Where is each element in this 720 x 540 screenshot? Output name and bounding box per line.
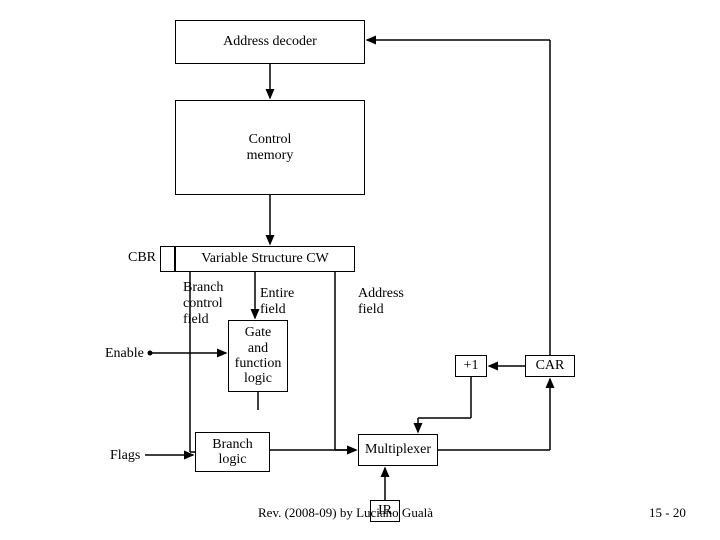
gate-logic-line4: logic (244, 371, 272, 386)
enable-label: Enable (105, 346, 144, 362)
footer-page: 15 - 20 (649, 505, 686, 521)
footer-credit: Rev. (2008-09) by Luciano Gualà (258, 505, 433, 521)
variable-structure-cw-label: Variable Structure CW (201, 251, 329, 267)
plus-one-label: +1 (464, 358, 479, 374)
control-memory-box: Control memory (175, 100, 365, 195)
car-box: CAR (525, 355, 575, 377)
variable-structure-cw-box: Variable Structure CW (175, 246, 355, 272)
branch-logic-line2: logic (219, 452, 247, 467)
branch-control-field-label: Branch control field (183, 280, 223, 328)
gate-logic-line1: Gate (245, 325, 271, 340)
branch-logic-line1: Branch (212, 437, 252, 452)
flags-label: Flags (110, 448, 140, 464)
control-memory-line2: memory (247, 148, 294, 164)
address-decoder-box: Address decoder (175, 20, 365, 64)
address-decoder-label: Address decoder (223, 34, 317, 50)
gate-function-logic-box: Gate and function logic (228, 320, 288, 392)
car-label: CAR (536, 358, 565, 374)
plus-one-box: +1 (455, 355, 487, 377)
multiplexer-label: Multiplexer (365, 442, 431, 458)
cbr-register-box (160, 246, 175, 272)
multiplexer-box: Multiplexer (358, 434, 438, 466)
gate-logic-line3: function (235, 356, 282, 371)
address-field-label: Address field (358, 286, 404, 318)
branch-logic-box: Branch logic (195, 432, 270, 472)
gate-logic-line2: and (248, 341, 268, 356)
control-memory-line1: Control (249, 132, 292, 148)
cbr-label: CBR (128, 250, 156, 266)
entire-field-label: Entire field (260, 286, 294, 318)
